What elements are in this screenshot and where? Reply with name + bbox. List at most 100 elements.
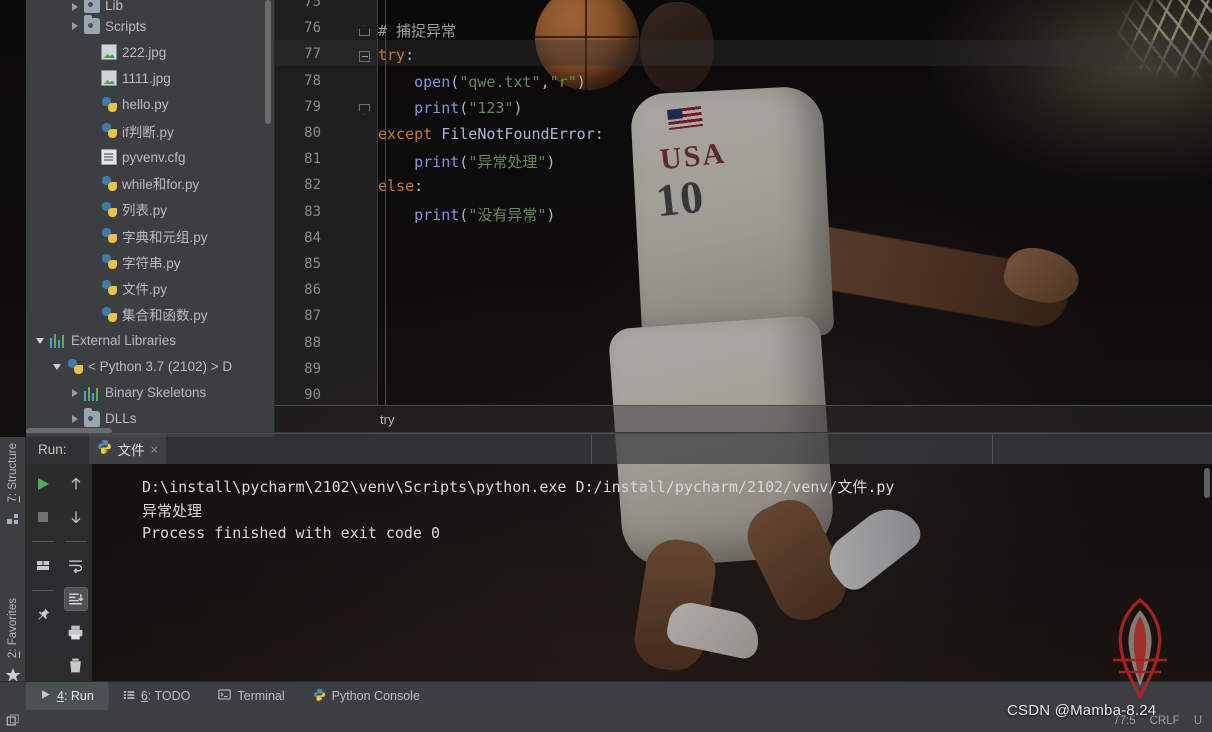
restore-layout-button[interactable] [31, 554, 55, 578]
run-toolbar[interactable] [26, 464, 92, 682]
code-token: try [378, 46, 406, 65]
tree-item[interactable]: 222.jpg [26, 39, 274, 65]
fold-collapse-icon[interactable] [359, 51, 370, 63]
tree-item[interactable]: 字符串.py [26, 249, 274, 275]
run-console-output[interactable]: D:\install\pycharm\2102\venv\Scripts\pyt… [92, 464, 1212, 682]
code-line[interactable]: try: [378, 46, 414, 64]
run-tool-window-header: Run: 文件 × [26, 434, 1212, 464]
editor-code-area[interactable]: # 捕捉异常 try: open("qwe.txt","r") print("12… [378, 0, 1212, 405]
code-token: else [378, 177, 415, 196]
chevron-right-icon[interactable] [68, 20, 81, 33]
tree-item-label: 字典和元组.py [122, 229, 208, 245]
tree-item[interactable]: hello.py [26, 92, 274, 118]
scroll-to-end-button[interactable] [63, 587, 88, 611]
folder-icon [84, 407, 100, 427]
code-line[interactable]: open("qwe.txt","r") [378, 73, 586, 91]
encoding-label[interactable]: U [1194, 715, 1202, 727]
stop-button[interactable] [31, 505, 55, 529]
bottom-tab-terminal[interactable]: Terminal [204, 682, 298, 711]
tree-item[interactable]: pyvenv.cfg [26, 144, 274, 170]
line-number: 80 [304, 125, 321, 141]
console-line: D:\install\pycharm\2102\venv\Scripts\pyt… [142, 478, 895, 496]
tree-item[interactable]: 1111.jpg [26, 65, 274, 91]
line-separator[interactable]: CRLF [1150, 715, 1180, 727]
tree-item[interactable]: 集合和函数.py [26, 301, 274, 327]
soft-wrap-button[interactable] [64, 554, 88, 578]
tree-item[interactable]: Scripts [26, 13, 274, 39]
tree-item[interactable]: 列表.py [26, 196, 274, 222]
bottom-tab-label: Terminal [237, 689, 285, 703]
sidebar-tab-favorites[interactable]: 2: Favorites [7, 592, 19, 664]
tree-item[interactable]: while和for.py [26, 170, 274, 196]
run-tool-window[interactable]: Run: 文件 × D:\install\pycharm\2102\venv\S… [26, 433, 1212, 682]
tree-item[interactable]: External Libraries [26, 327, 274, 353]
tree-item[interactable]: Lib [26, 0, 274, 13]
fold-marker-icon[interactable] [359, 104, 370, 115]
down-stacktrace-button[interactable] [64, 505, 88, 529]
code-line[interactable]: else: [378, 177, 423, 195]
console-scrollbar[interactable] [1204, 468, 1210, 498]
chevron-right-icon[interactable] [68, 412, 81, 425]
code-line[interactable]: print("没有异常") [378, 204, 555, 225]
python-file-icon [101, 228, 117, 244]
chevron-down-icon[interactable] [51, 360, 64, 373]
code-line[interactable]: print("123") [378, 99, 522, 117]
code-token: FileNotFoundError [441, 125, 595, 143]
bottom-tool-window-bar[interactable]: 4: Run 6: TODO Terminal Python Console [26, 681, 1212, 711]
code-token: "异常处理" [468, 153, 547, 172]
tree-item[interactable]: 文件.py [26, 275, 274, 301]
toggle-toolwindows-icon[interactable] [0, 714, 26, 728]
chevron-right-icon[interactable] [68, 386, 81, 399]
code-token: "没有异常" [468, 205, 547, 224]
line-number: 83 [304, 203, 321, 220]
project-tool-window[interactable]: Lib Scripts 222.jpg 1111.jpg hello.py if判断.py… [26, 0, 275, 437]
code-token: ( [450, 72, 460, 91]
python-file-icon [101, 306, 117, 322]
pin-tab-button[interactable] [31, 603, 55, 627]
code-line[interactable]: except FileNotFoundError: [378, 125, 604, 143]
rerun-button[interactable] [31, 472, 55, 496]
sidebar-tab-structure[interactable]: 7: Structure [7, 437, 19, 508]
bottom-tab-python-console[interactable]: Python Console [299, 682, 434, 711]
code-line[interactable]: print("异常处理") [378, 151, 555, 172]
close-icon[interactable]: × [151, 442, 159, 457]
code-token: ( [459, 153, 469, 172]
python-file-icon [101, 97, 117, 113]
print-button[interactable] [64, 620, 88, 644]
run-configuration-tab[interactable]: 文件 × [88, 434, 167, 464]
clear-all-button[interactable] [64, 653, 88, 677]
fold-marker-icon[interactable] [359, 25, 370, 36]
code-token: "r" [549, 72, 577, 91]
bottom-tab-6-todo[interactable]: 6: TODO [109, 682, 205, 711]
python-file-icon [101, 123, 117, 139]
python-icon [97, 439, 112, 459]
code-editor[interactable]: 75 76 77 78 79 80 81 82 83 84 85 86 87 88 89 90 # 捕捉异常 t… [275, 0, 1212, 405]
tree-item[interactable]: Binary Skeletons [26, 380, 274, 406]
tree-item[interactable]: if判断.py [26, 118, 274, 144]
tree-item[interactable]: 字典和元组.py [26, 223, 274, 249]
chevron-right-icon[interactable] [68, 0, 81, 13]
tree-item-label: if判断.py [122, 124, 174, 140]
caret-position[interactable]: 77:5 [1113, 715, 1135, 727]
image-file-icon [101, 44, 117, 61]
breadcrumb[interactable]: try [275, 405, 1212, 433]
tree-item-label: 集合和函数.py [122, 308, 208, 324]
code-line[interactable]: # 捕捉异常 [378, 20, 456, 41]
project-tree-vertical-scrollbar[interactable] [265, 0, 271, 124]
bottom-tab-4-run[interactable]: 4: Run [26, 681, 108, 711]
tree-item[interactable]: < Python 3.7 (2102) > D [26, 353, 274, 379]
breadcrumb-item-try[interactable]: try [380, 412, 394, 427]
editor-gutter[interactable]: 75 76 77 78 79 80 81 82 83 84 85 86 87 88 89 90 [275, 0, 378, 405]
line-number: 77 [304, 46, 321, 63]
run-toolbar-column-left [26, 464, 59, 682]
up-stacktrace-button[interactable] [64, 472, 88, 496]
chevron-down-icon[interactable] [34, 334, 47, 347]
line-number: 76 [304, 20, 321, 37]
folder-icon [84, 15, 100, 35]
